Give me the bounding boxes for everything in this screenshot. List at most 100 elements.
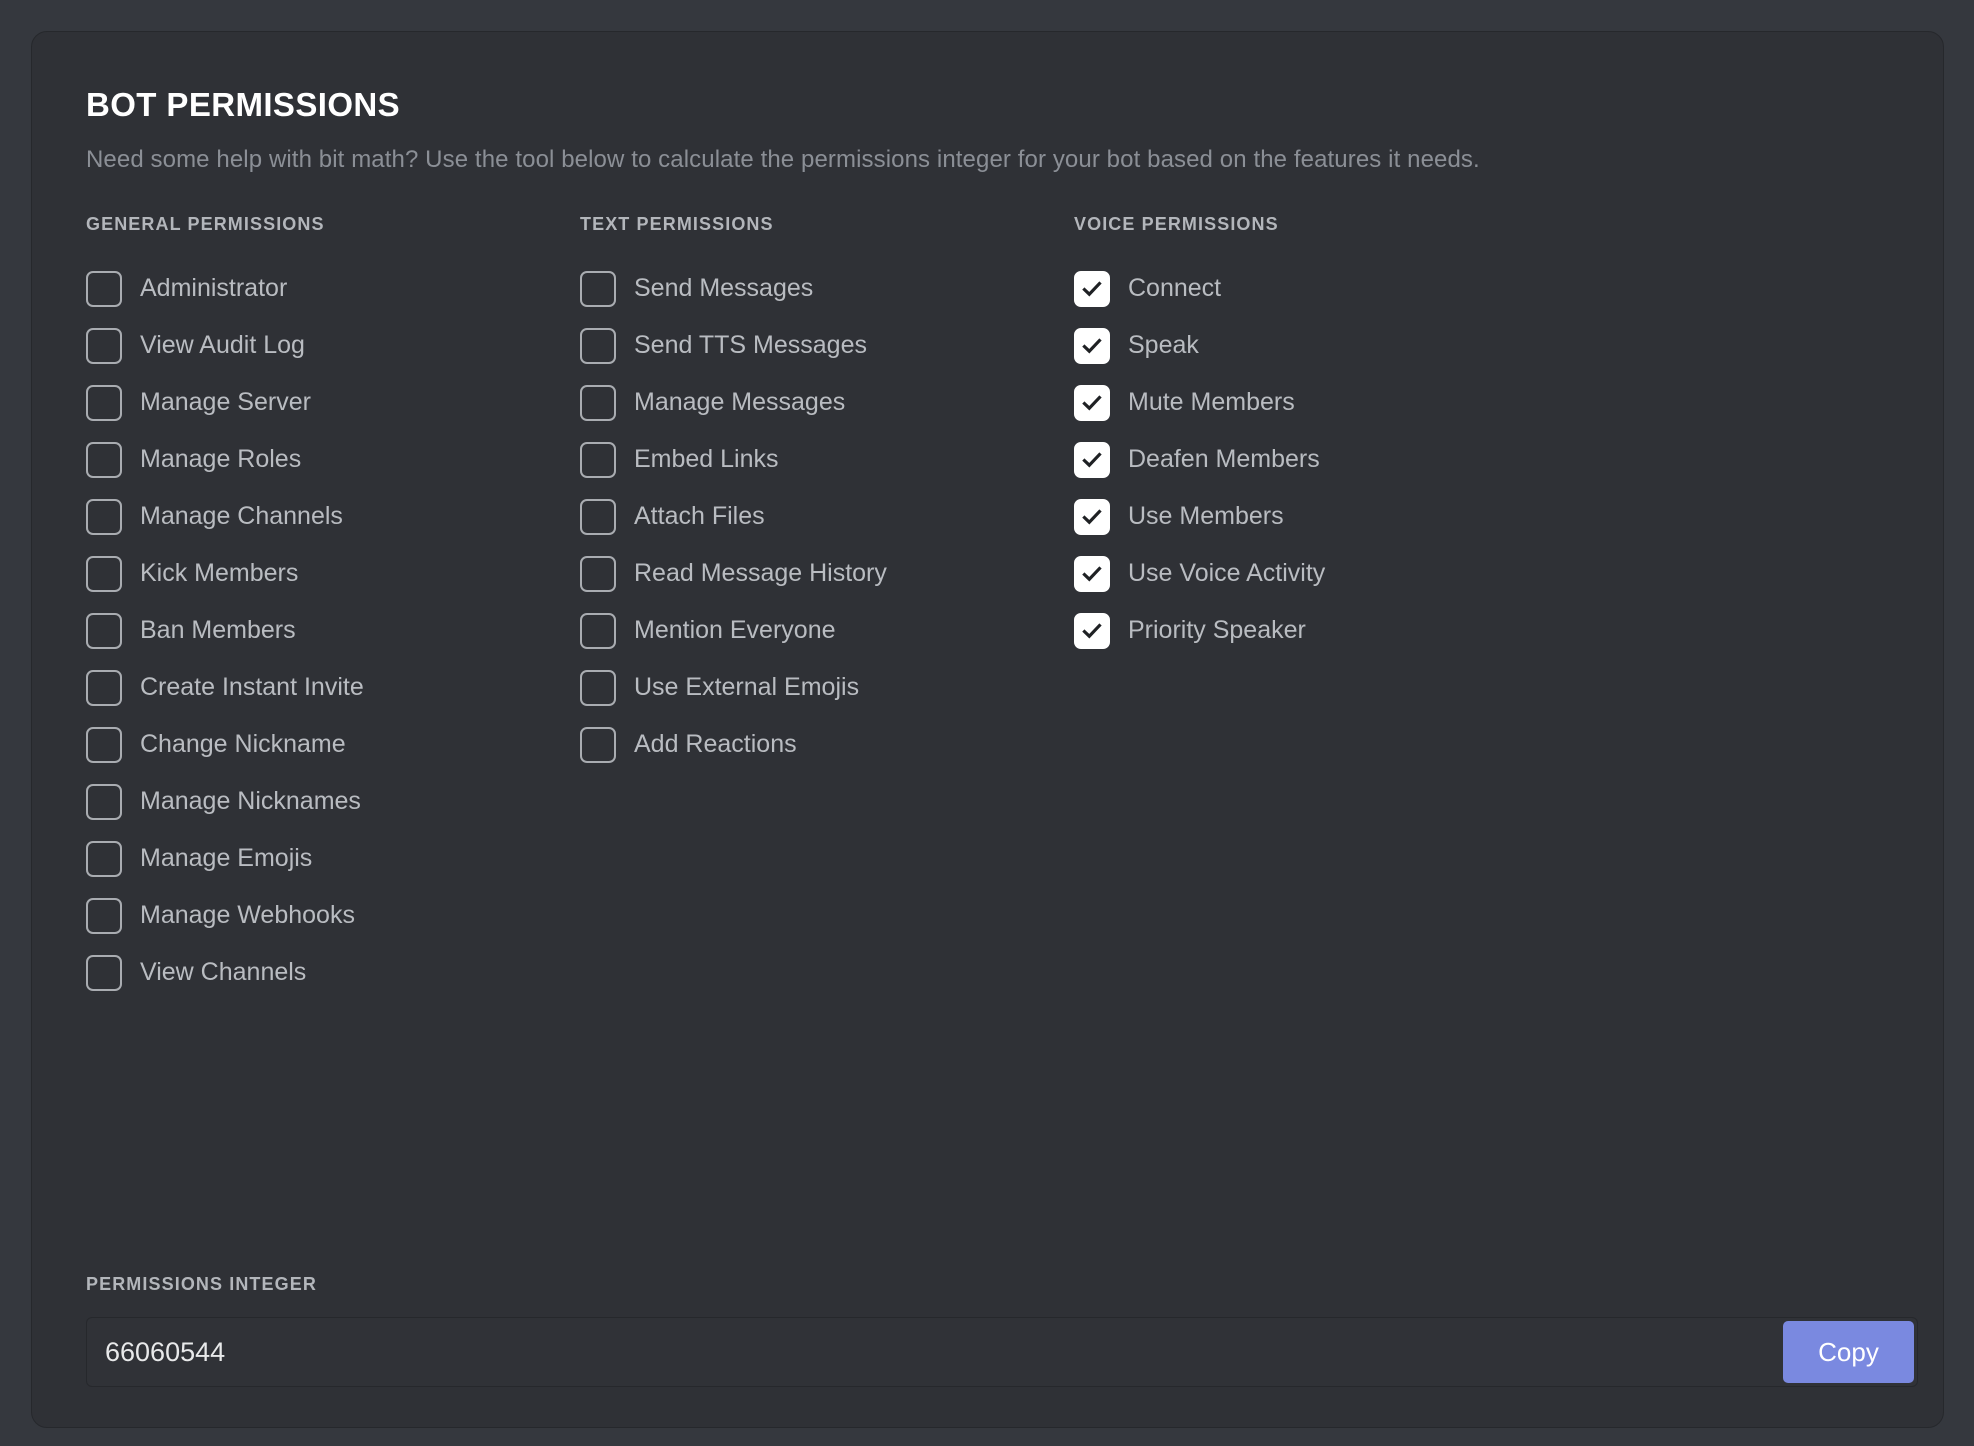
permission-label: Mute Members — [1128, 388, 1295, 416]
checkbox-unchecked-icon[interactable] — [86, 840, 122, 877]
permission-label: Read Message History — [634, 559, 887, 587]
checkbox-unchecked-icon[interactable] — [580, 555, 616, 592]
permissions-integer-input[interactable] — [105, 1336, 1605, 1368]
permission-row[interactable]: Mention Everyone — [580, 602, 1074, 659]
permission-row[interactable]: Use External Emojis — [580, 659, 1074, 716]
checkbox-checked-icon[interactable] — [1074, 441, 1110, 478]
permission-row[interactable]: Manage Channels — [86, 488, 580, 545]
checkbox-unchecked-icon[interactable] — [580, 669, 616, 706]
permission-label: Administrator — [140, 274, 288, 302]
permission-label: Manage Server — [140, 388, 311, 416]
checkbox-checked-icon[interactable] — [1074, 384, 1110, 421]
general-permissions-list: Administrator View Audit Log Manage Server… — [86, 260, 580, 1001]
permission-row[interactable]: Manage Webhooks — [86, 887, 580, 944]
permission-label: Mention Everyone — [634, 616, 836, 644]
checkbox-unchecked-icon[interactable] — [86, 783, 122, 820]
permission-row[interactable]: Use Voice Activity — [1074, 545, 1568, 602]
checkbox-unchecked-icon[interactable] — [580, 441, 616, 478]
checkbox-unchecked-icon[interactable] — [86, 384, 122, 421]
permission-row[interactable]: Manage Server — [86, 374, 580, 431]
permission-row[interactable]: View Channels — [86, 944, 580, 1001]
permission-label: Manage Emojis — [140, 844, 313, 872]
permission-row[interactable]: Connect — [1074, 260, 1568, 317]
permission-label: Create Instant Invite — [140, 673, 364, 701]
permission-label: Manage Webhooks — [140, 901, 355, 929]
checkbox-unchecked-icon[interactable] — [580, 270, 616, 307]
checkbox-checked-icon[interactable] — [1074, 555, 1110, 592]
permission-row[interactable]: Change Nickname — [86, 716, 580, 773]
permissions-integer-section: PERMISSIONS INTEGER Copy — [86, 1274, 1918, 1387]
copy-button[interactable]: Copy — [1783, 1321, 1914, 1383]
permission-row[interactable]: Priority Speaker — [1074, 602, 1568, 659]
permission-label: Use Voice Activity — [1128, 559, 1326, 587]
permission-label: Use External Emojis — [634, 673, 860, 701]
permission-row[interactable]: Manage Roles — [86, 431, 580, 488]
checkbox-unchecked-icon[interactable] — [580, 726, 616, 763]
permission-label: Add Reactions — [634, 730, 797, 758]
permission-label: Speak — [1128, 331, 1199, 359]
checkbox-unchecked-icon[interactable] — [86, 327, 122, 364]
general-permissions-column: GENERAL PERMISSIONS Administrator View Au… — [86, 214, 580, 1001]
permission-label: Kick Members — [140, 559, 299, 587]
permission-row[interactable]: Speak — [1074, 317, 1568, 374]
voice-permissions-header: VOICE PERMISSIONS — [1074, 214, 1279, 234]
checkbox-unchecked-icon[interactable] — [86, 555, 122, 592]
checkbox-unchecked-icon[interactable] — [86, 441, 122, 478]
permission-label: Deafen Members — [1128, 445, 1320, 473]
checkbox-unchecked-icon[interactable] — [86, 897, 122, 934]
text-permissions-header: TEXT PERMISSIONS — [580, 214, 774, 234]
checkbox-unchecked-icon[interactable] — [580, 327, 616, 364]
permission-label: Manage Roles — [140, 445, 302, 473]
permission-label: View Audit Log — [140, 331, 305, 359]
page-subtitle: Need some help with bit math? Use the to… — [86, 146, 1480, 173]
voice-permissions-list: Connect Speak Mute Members Deafen Members Us… — [1074, 260, 1568, 659]
checkbox-unchecked-icon[interactable] — [580, 612, 616, 649]
checkbox-unchecked-icon[interactable] — [86, 612, 122, 649]
general-permissions-header: GENERAL PERMISSIONS — [86, 214, 325, 234]
checkbox-unchecked-icon[interactable] — [86, 954, 122, 991]
permission-row[interactable]: Manage Nicknames — [86, 773, 580, 830]
permission-label: Change Nickname — [140, 730, 346, 758]
permission-label: View Channels — [140, 958, 307, 986]
checkbox-unchecked-icon[interactable] — [86, 270, 122, 307]
permission-row[interactable]: Manage Messages — [580, 374, 1074, 431]
voice-permissions-column: VOICE PERMISSIONS Connect Speak Mute Membe… — [1074, 214, 1568, 1001]
checkbox-unchecked-icon[interactable] — [86, 726, 122, 763]
permission-row[interactable]: Kick Members — [86, 545, 580, 602]
page-root: BOT PERMISSIONS Need some help with bit … — [0, 0, 1974, 1446]
permission-row[interactable]: Send TTS Messages — [580, 317, 1074, 374]
permission-label: Manage Channels — [140, 502, 343, 530]
permission-row[interactable]: Attach Files — [580, 488, 1074, 545]
permissions-integer-label: PERMISSIONS INTEGER — [86, 1274, 317, 1294]
permission-row[interactable]: Ban Members — [86, 602, 580, 659]
checkbox-checked-icon[interactable] — [1074, 270, 1110, 307]
permission-row[interactable]: Embed Links — [580, 431, 1074, 488]
checkbox-checked-icon[interactable] — [1074, 327, 1110, 364]
checkbox-unchecked-icon[interactable] — [86, 669, 122, 706]
permission-row[interactable]: Add Reactions — [580, 716, 1074, 773]
checkbox-unchecked-icon[interactable] — [580, 498, 616, 535]
checkbox-checked-icon[interactable] — [1074, 612, 1110, 649]
permission-row[interactable]: Administrator — [86, 260, 580, 317]
permission-row[interactable]: View Audit Log — [86, 317, 580, 374]
permission-row[interactable]: Mute Members — [1074, 374, 1568, 431]
checkbox-unchecked-icon[interactable] — [86, 498, 122, 535]
permission-label: Send TTS Messages — [634, 331, 867, 359]
permission-row[interactable]: Manage Emojis — [86, 830, 580, 887]
permission-row[interactable]: Deafen Members — [1074, 431, 1568, 488]
permission-row[interactable]: Read Message History — [580, 545, 1074, 602]
page-title: BOT PERMISSIONS — [86, 86, 401, 123]
permission-label: Send Messages — [634, 274, 814, 302]
text-permissions-list: Send Messages Send TTS Messages Manage Mes… — [580, 260, 1074, 773]
permissions-integer-box: Copy — [86, 1317, 1918, 1387]
checkbox-unchecked-icon[interactable] — [580, 384, 616, 421]
permission-row[interactable]: Send Messages — [580, 260, 1074, 317]
permission-label: Priority Speaker — [1128, 616, 1306, 644]
permission-label: Use Members — [1128, 502, 1284, 530]
permission-label: Ban Members — [140, 616, 296, 644]
bot-permissions-card: BOT PERMISSIONS Need some help with bit … — [31, 31, 1944, 1428]
checkbox-checked-icon[interactable] — [1074, 498, 1110, 535]
permission-label: Manage Nicknames — [140, 787, 361, 815]
permission-row[interactable]: Use Members — [1074, 488, 1568, 545]
permission-row[interactable]: Create Instant Invite — [86, 659, 580, 716]
